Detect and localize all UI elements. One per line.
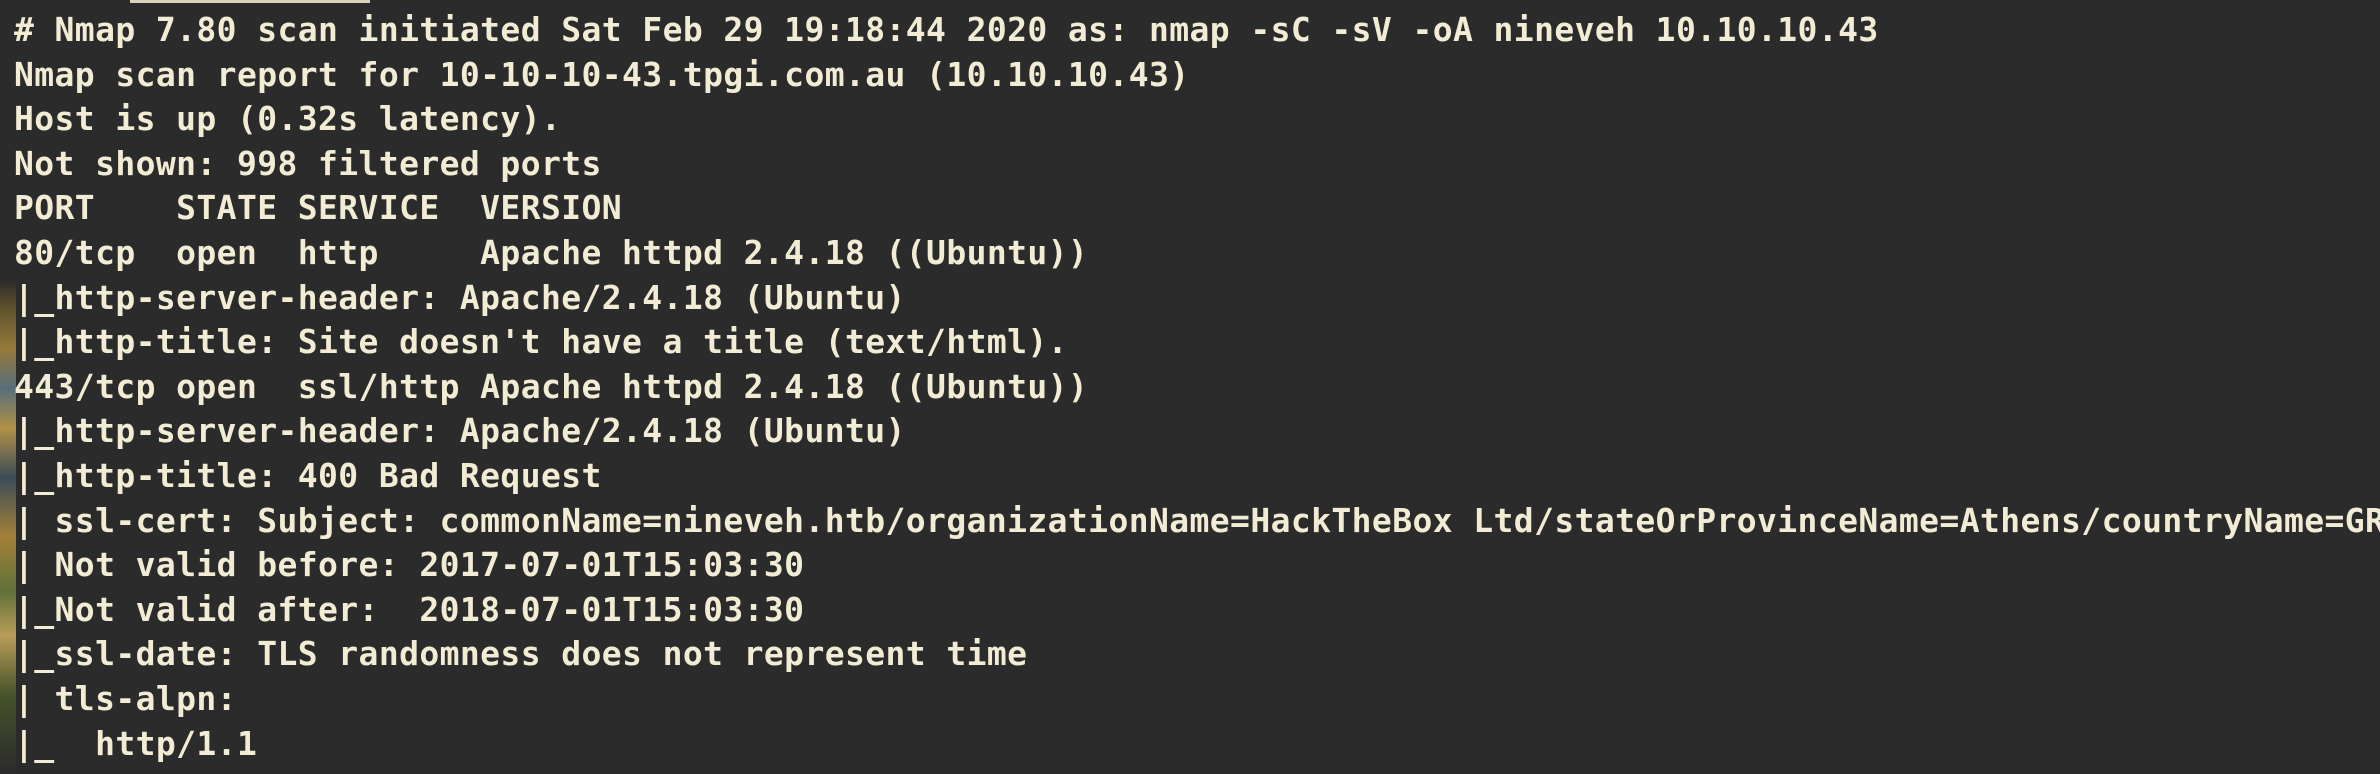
terminal-line-http-server-header: |_http-server-header: Apache/2.4.18 (Ubu… bbox=[14, 277, 906, 317]
terminal-line-port-443: 443/tcp open ssl/http Apache httpd 2.4.1… bbox=[14, 366, 1089, 406]
terminal-line-scan-header: # Nmap 7.80 scan initiated Sat Feb 29 19… bbox=[14, 10, 1879, 49]
terminal-line-ssl-cert-subject: | ssl-cert: Subject: commonName=nineveh.… bbox=[14, 500, 2380, 540]
window-edge-highlight bbox=[130, 0, 370, 3]
terminal-line-port-80: 80/tcp open http Apache httpd 2.4.18 ((U… bbox=[14, 232, 1089, 272]
terminal-line-not-shown: Not shown: 998 filtered ports bbox=[14, 143, 602, 183]
terminal-line-valid-after: |_Not valid after: 2018-07-01T15:03:30 bbox=[14, 589, 805, 629]
terminal-line-valid-before: | Not valid before: 2017-07-01T15:03:30 bbox=[14, 545, 805, 585]
terminal-line-host-status: Host is up (0.32s latency). bbox=[14, 99, 562, 139]
terminal-line-port-header: PORT STATE SERVICE VERSION bbox=[14, 188, 623, 228]
terminal-line-alpn-protocol: |_ http/1.1 bbox=[14, 723, 258, 763]
terminal-line-http-title: |_http-title: Site doesn't have a title … bbox=[14, 322, 1068, 362]
terminal-line-https-title: |_http-title: 400 Bad Request bbox=[14, 455, 602, 495]
terminal-line-ssl-date: |_ssl-date: TLS randomness does not repr… bbox=[14, 634, 1028, 674]
terminal-line-tls-alpn: | tls-alpn: bbox=[14, 678, 258, 718]
terminal-window[interactable]: # Nmap 7.80 scan initiated Sat Feb 29 19… bbox=[0, 0, 2380, 774]
terminal-line-report-target: Nmap scan report for 10-10-10-43.tpgi.co… bbox=[14, 54, 1190, 94]
terminal-line-https-server-header: |_http-server-header: Apache/2.4.18 (Ubu… bbox=[14, 411, 906, 451]
terminal-output: # Nmap 7.80 scan initiated Sat Feb 29 19… bbox=[14, 8, 2380, 766]
